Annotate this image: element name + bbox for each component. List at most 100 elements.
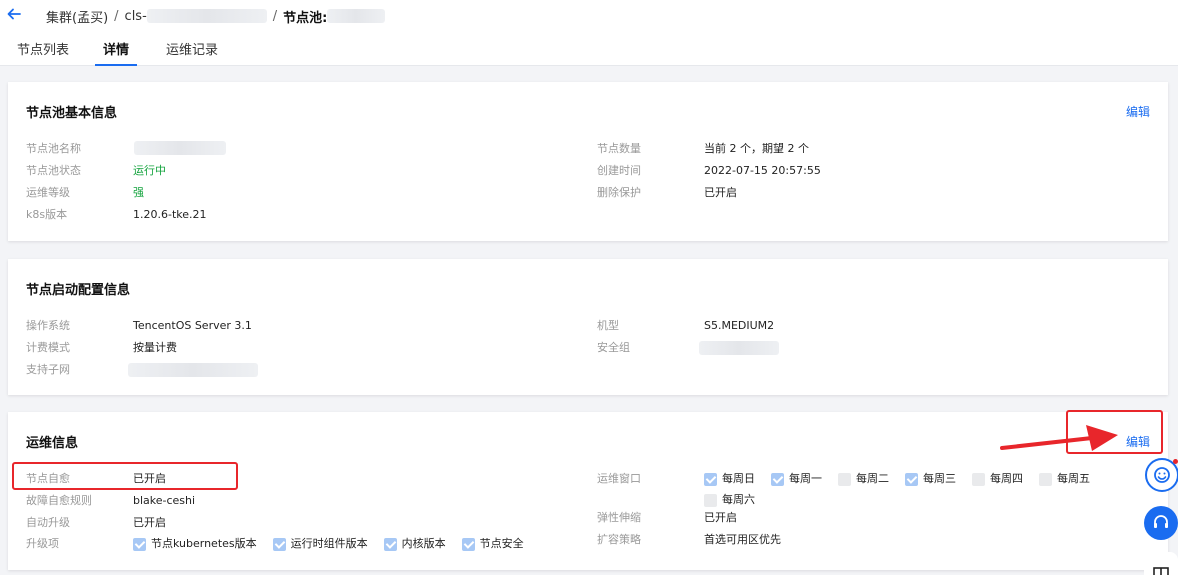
checkbox-unchecked-icon xyxy=(704,493,717,507)
tab-bar: 节点列表 详情 运维记录 xyxy=(0,40,232,66)
notification-dot xyxy=(1173,459,1178,464)
field-label: 节点池状态 xyxy=(26,164,81,177)
field-label: 弹性伸缩 xyxy=(597,511,641,524)
created-time-value: 2022-07-15 20:57:55 xyxy=(704,164,821,177)
nodepool-basic-info-card: 节点池基本信息 编辑 节点池名称 节点池状态 运行中 运维等级 强 k8s版本 … xyxy=(8,82,1168,241)
checkbox-unchecked-icon xyxy=(972,472,985,486)
field-row: 机型 S5.MEDIUM2 xyxy=(597,318,1097,334)
window-day-friday-checkbox[interactable]: 每周五 xyxy=(1039,471,1090,487)
field-label: 故障自愈规则 xyxy=(26,494,92,507)
card-title: 运维信息 xyxy=(26,436,79,451)
upgrade-item-runtime-checkbox[interactable]: 运行时组件版本 xyxy=(272,536,368,552)
tab-details[interactable]: 详情 xyxy=(95,40,138,66)
annotation-arrow-icon xyxy=(1000,425,1118,451)
field-row: 计费模式 按量计费 xyxy=(26,340,526,356)
checkbox-label: 内核版本 xyxy=(401,537,446,550)
ops-info-card: 运维信息 编辑 节点自愈 已开启 故障自愈规则 blake-ceshi 自动升级… xyxy=(8,412,1168,570)
field-row: 故障自愈规则 blake-ceshi xyxy=(26,493,526,509)
field-label: 支持子网 xyxy=(26,363,70,376)
field-row: 运维等级 强 xyxy=(26,185,526,201)
smile-icon xyxy=(1154,467,1170,483)
checkbox-label: 节点kubernetes版本 xyxy=(151,537,257,550)
field-row: 弹性伸缩 已开启 xyxy=(597,510,1097,526)
os-value: TencentOS Server 3.1 xyxy=(133,319,252,332)
field-label: 节点数量 xyxy=(597,142,641,155)
auto-upgrade-value: 已开启 xyxy=(133,516,166,529)
tab-node-list[interactable]: 节点列表 xyxy=(17,40,69,66)
field-label: 计费模式 xyxy=(26,341,70,354)
field-label: 升级项 xyxy=(26,537,59,550)
window-day-saturday-checkbox[interactable]: 每周六 xyxy=(704,492,755,508)
field-row: 扩容策略 首选可用区优先 xyxy=(597,532,1097,548)
redacted-cluster-id xyxy=(146,9,267,23)
upgrade-items-group: 节点kubernetes版本 运行时组件版本 内核版本 节点安全 xyxy=(133,536,540,552)
launch-config-card: 节点启动配置信息 操作系统 TencentOS Server 3.1 计费模式 … xyxy=(8,259,1168,395)
page-header: 集群(孟买) / cls- / 节点池: 节点列表 详情 运维记录 xyxy=(0,0,1178,66)
checkbox-checked-icon xyxy=(272,537,286,551)
field-label: 运维窗口 xyxy=(597,472,641,485)
checkbox-label: 每周五 xyxy=(1057,472,1090,485)
redacted-nodepool-id xyxy=(327,9,386,23)
instance-type-value: S5.MEDIUM2 xyxy=(704,319,775,332)
field-row: 支持子网 xyxy=(26,362,526,378)
highlight-box-auto-heal xyxy=(12,462,238,490)
heal-rule-value: blake-ceshi xyxy=(133,494,196,507)
field-row: 升级项 节点kubernetes版本 运行时组件版本 内核版本 节点安全 xyxy=(26,536,586,552)
breadcrumb-separator: / xyxy=(272,8,278,24)
k8s-version-value: 1.20.6-tke.21 xyxy=(133,208,207,221)
window-day-wednesday-checkbox[interactable]: 每周三 xyxy=(905,471,956,487)
headset-icon xyxy=(1154,515,1168,528)
field-label: 机型 xyxy=(597,319,619,332)
breadcrumb-separator: / xyxy=(114,8,119,24)
checkbox-label: 节点安全 xyxy=(479,537,524,550)
checkbox-label: 每周三 xyxy=(923,472,956,485)
delete-protection-value: 已开启 xyxy=(704,186,737,199)
field-row: 节点数量 当前 2 个，期望 2 个 xyxy=(597,141,1097,157)
customer-service-button[interactable] xyxy=(1144,506,1178,540)
edit-basic-info-link[interactable]: 编辑 xyxy=(1126,103,1150,120)
field-label: 操作系统 xyxy=(26,319,70,332)
field-row: 自动升级 已开启 xyxy=(26,515,526,531)
window-day-monday-checkbox[interactable]: 每周一 xyxy=(771,471,822,487)
checkbox-checked-icon xyxy=(704,472,717,486)
field-label: 删除保护 xyxy=(597,186,641,199)
ops-level-value: 强 xyxy=(133,186,144,199)
window-day-sunday-checkbox[interactable]: 每周日 xyxy=(704,471,755,487)
checkbox-label: 每周二 xyxy=(856,472,889,485)
checkbox-checked-icon xyxy=(133,537,146,551)
checkbox-checked-icon xyxy=(905,472,918,486)
breadcrumb-cluster-id[interactable]: cls- xyxy=(125,9,147,24)
upgrade-item-k8s-checkbox[interactable]: 节点kubernetes版本 xyxy=(133,536,257,552)
checkbox-label: 运行时组件版本 xyxy=(290,537,368,550)
field-label: 扩容策略 xyxy=(597,533,641,546)
billing-mode-value: 按量计费 xyxy=(133,341,177,354)
upgrade-item-security-checkbox[interactable]: 节点安全 xyxy=(461,536,524,552)
field-row: 创建时间 2022-07-15 20:57:55 xyxy=(597,163,1097,179)
docs-button[interactable] xyxy=(1144,552,1178,575)
checkbox-label: 每周日 xyxy=(722,472,755,485)
nodepool-status-value: 运行中 xyxy=(133,164,166,177)
redacted-subnet xyxy=(128,363,258,377)
field-row: 删除保护 已开启 xyxy=(597,185,1097,201)
back-arrow-icon[interactable] xyxy=(6,6,24,24)
tab-ops-records[interactable]: 运维记录 xyxy=(166,40,218,66)
breadcrumb: 集群(孟买) / cls- / 节点池: xyxy=(46,7,386,26)
breadcrumb-nodepool: 节点池: xyxy=(283,10,328,26)
window-day-tuesday-checkbox[interactable]: 每周二 xyxy=(838,471,889,487)
autoscaling-value: 已开启 xyxy=(704,511,737,524)
redacted-security-group xyxy=(699,341,779,355)
field-label: 安全组 xyxy=(597,341,630,354)
window-day-thursday-checkbox[interactable]: 每周四 xyxy=(972,471,1023,487)
field-label: 节点池名称 xyxy=(26,142,81,155)
checkbox-unchecked-icon xyxy=(1039,472,1052,486)
checkbox-label: 每周一 xyxy=(789,472,822,485)
field-row: k8s版本 1.20.6-tke.21 xyxy=(26,207,526,223)
field-row: 操作系统 TencentOS Server 3.1 xyxy=(26,318,526,334)
field-label: k8s版本 xyxy=(26,208,68,221)
field-row: 安全组 xyxy=(597,340,1097,356)
breadcrumb-cluster[interactable]: 集群(孟买) xyxy=(46,7,108,26)
field-label: 运维等级 xyxy=(26,186,70,199)
checkbox-checked-icon xyxy=(383,537,397,551)
field-row: 运维窗口 每周日 每周一 每周二 每周三 每周四 每周五 每周六 xyxy=(597,471,1117,511)
upgrade-item-kernel-checkbox[interactable]: 内核版本 xyxy=(383,536,446,552)
